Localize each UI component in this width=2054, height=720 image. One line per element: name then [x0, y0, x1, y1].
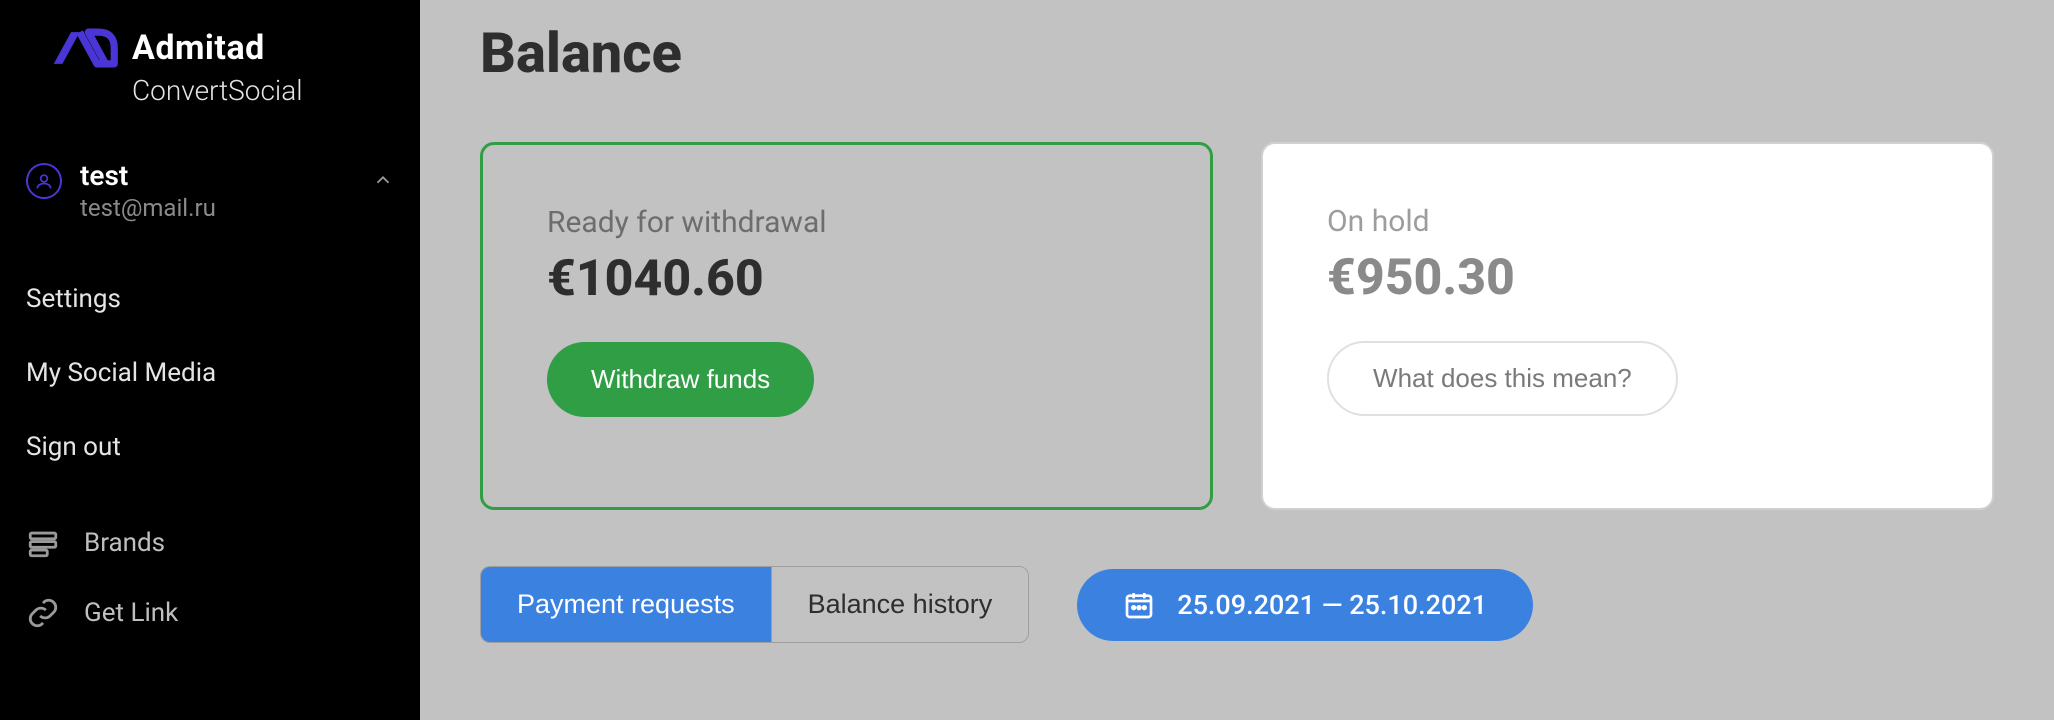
calendar-icon: [1123, 589, 1155, 621]
link-icon: [26, 596, 60, 630]
main-content: Balance Ready for withdrawal €1040.60 Wi…: [420, 0, 2054, 720]
brands-icon: [26, 526, 60, 560]
brand-name: Admitad: [132, 28, 265, 68]
sidebar-item-get-link[interactable]: Get Link: [26, 578, 394, 648]
admitad-logo-icon: [48, 24, 120, 72]
user-name: test: [80, 159, 354, 192]
chevron-up-icon: [372, 169, 394, 195]
ready-amount: €1040.60: [547, 250, 1146, 308]
ready-label: Ready for withdrawal: [547, 205, 1146, 240]
sidebar: Admitad ConvertSocial test test@mail.ru …: [0, 0, 420, 720]
user-menu[interactable]: test test@mail.ru: [26, 159, 394, 222]
page-title: Balance: [480, 20, 1994, 86]
sidebar-link-settings[interactable]: Settings: [26, 262, 394, 336]
date-range-text: 25.09.2021 — 25.10.2021: [1177, 589, 1487, 621]
user-email: test@mail.ru: [80, 194, 354, 222]
user-avatar-icon: [26, 163, 62, 199]
sidebar-item-label: Get Link: [84, 598, 178, 628]
onhold-amount: €950.30: [1327, 249, 1928, 307]
balance-ready-card: Ready for withdrawal €1040.60 Withdraw f…: [480, 142, 1213, 510]
view-toggle: Payment requests Balance history: [480, 566, 1029, 643]
sidebar-item-label: Brands: [84, 528, 165, 558]
tab-payment-requests[interactable]: Payment requests: [481, 567, 771, 642]
sidebar-link-signout[interactable]: Sign out: [26, 410, 394, 484]
sidebar-item-brands[interactable]: Brands: [26, 508, 394, 578]
brand-logo[interactable]: Admitad ConvertSocial: [48, 24, 394, 107]
onhold-label: On hold: [1327, 204, 1928, 239]
tab-balance-history[interactable]: Balance history: [771, 567, 1029, 642]
withdraw-funds-button[interactable]: Withdraw funds: [547, 342, 814, 417]
balance-onhold-card: On hold €950.30 What does this mean?: [1261, 142, 1994, 510]
sidebar-link-social[interactable]: My Social Media: [26, 336, 394, 410]
brand-subtitle: ConvertSocial: [132, 74, 394, 107]
what-does-this-mean-button[interactable]: What does this mean?: [1327, 341, 1678, 416]
date-range-pill[interactable]: 25.09.2021 — 25.10.2021: [1077, 569, 1533, 641]
